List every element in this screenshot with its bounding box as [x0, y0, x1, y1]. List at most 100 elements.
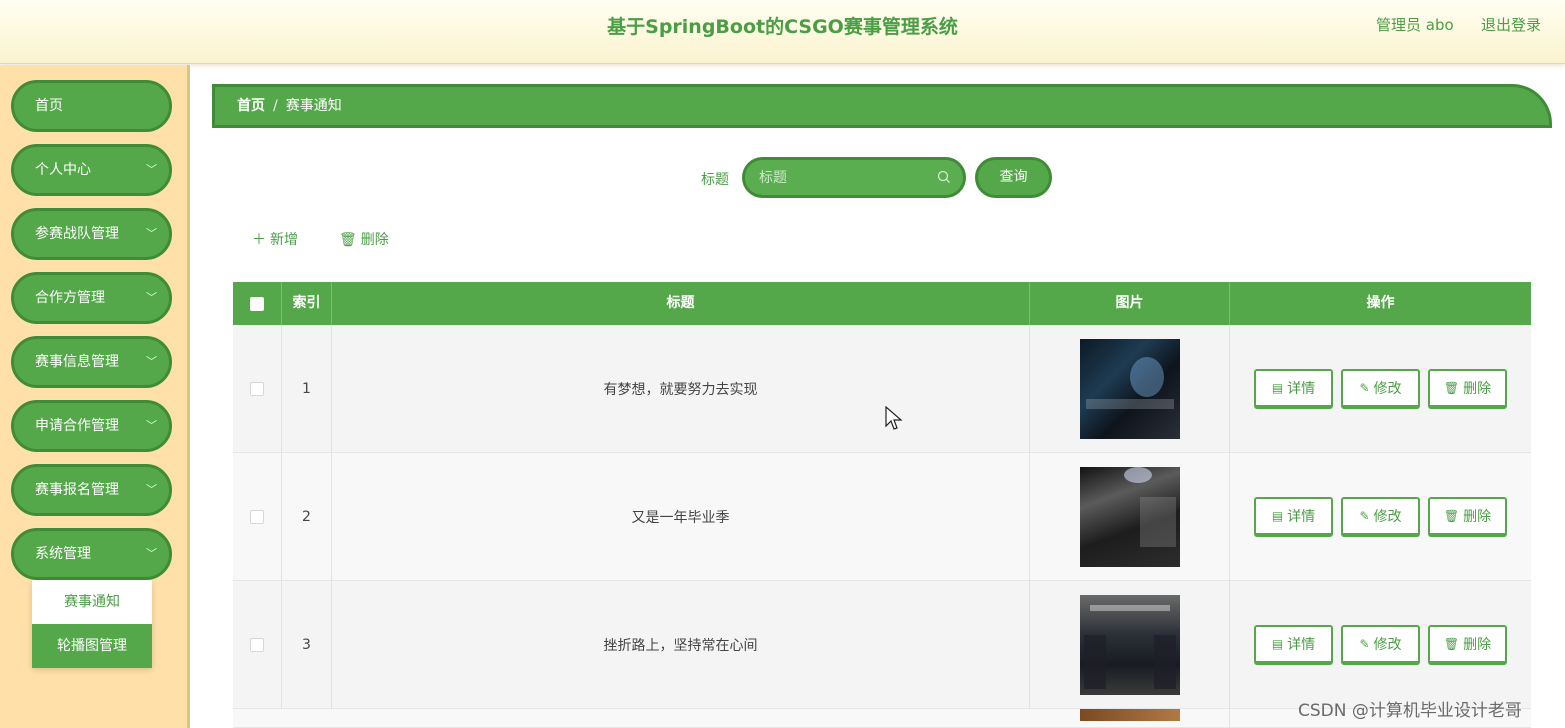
- sidebar-item-label: 个人中心: [35, 162, 91, 178]
- column-header-actions: 操作: [1366, 295, 1395, 311]
- system-submenu: 赛事通知 轮播图管理: [32, 580, 152, 668]
- chevron-up-icon: ﹀: [146, 547, 157, 560]
- sidebar-item-label: 系统管理: [35, 546, 91, 562]
- sidebar-item-label: 首页: [35, 98, 63, 114]
- edit-button[interactable]: ✎ 修改: [1341, 497, 1420, 537]
- row-checkbox[interactable]: [250, 638, 264, 652]
- notice-image: [1079, 339, 1180, 439]
- pencil-icon: ✎: [1359, 381, 1370, 395]
- sidebar-item-event-info[interactable]: 赛事信息管理 ﹀: [11, 336, 172, 388]
- watermark: CSDN @计算机毕业设计老哥: [1298, 701, 1522, 721]
- detail-button[interactable]: ▤ 详情: [1254, 625, 1333, 665]
- row-image-cell: [1030, 709, 1230, 728]
- pencil-icon: ✎: [1359, 637, 1370, 651]
- edit-button[interactable]: ✎ 修改: [1341, 625, 1420, 665]
- logout-link[interactable]: 退出登录: [1481, 14, 1541, 35]
- sidebar-item-partners[interactable]: 合作方管理 ﹀: [11, 272, 172, 324]
- submenu-item-carousel[interactable]: 轮播图管理: [32, 624, 152, 668]
- breadcrumb: 首页 / 赛事通知: [212, 84, 1552, 128]
- row-checkbox[interactable]: [250, 382, 264, 396]
- delete-button[interactable]: 🗑 删除: [1428, 497, 1507, 537]
- row-select-cell: [233, 581, 282, 709]
- sidebar-item-label: 赛事信息管理: [35, 354, 119, 370]
- row-actions: ▤ 详情 ✎ 修改 🗑 删除: [1230, 325, 1531, 453]
- document-icon: ▤: [1271, 381, 1284, 395]
- sidebar-item-label: 申请合作管理: [35, 418, 119, 434]
- edit-label: 修改: [1373, 509, 1402, 525]
- chevron-down-icon: ﹀: [146, 163, 157, 176]
- sidebar-item-teams[interactable]: 参赛战队管理 ﹀: [11, 208, 172, 260]
- sidebar-item-personal-center[interactable]: 个人中心 ﹀: [11, 144, 172, 196]
- row-image-cell: [1030, 325, 1230, 453]
- document-icon: ▤: [1271, 509, 1284, 523]
- edit-label: 修改: [1373, 381, 1402, 397]
- search-box: [742, 157, 966, 198]
- row-index: 3: [282, 581, 332, 709]
- chevron-down-icon: ﹀: [146, 483, 157, 496]
- document-icon: ▤: [1271, 637, 1284, 651]
- chevron-down-icon: ﹀: [146, 419, 157, 432]
- row-select-cell: [233, 325, 282, 453]
- sidebar-item-system[interactable]: 系统管理 ﹀: [11, 528, 172, 580]
- table-row: 2 又是一年毕业季 ▤ 详情 ✎ 修改 🗑 删除: [233, 453, 1531, 581]
- row-index: 2: [282, 453, 332, 581]
- notice-image: [1079, 467, 1180, 567]
- add-button[interactable]: ＋新增: [252, 229, 298, 249]
- detail-label: 详情: [1287, 381, 1316, 397]
- row-title: 有梦想，就要努力去实现: [332, 325, 1030, 453]
- pencil-icon: ✎: [1359, 509, 1370, 523]
- detail-label: 详情: [1287, 637, 1316, 653]
- trash-icon: 🗑: [1443, 381, 1460, 395]
- column-header-image: 图片: [1030, 282, 1230, 325]
- row-actions: ▤ 详情 ✎ 修改 🗑 删除: [1230, 453, 1531, 581]
- mouse-cursor-icon: [885, 406, 903, 430]
- detail-button[interactable]: ▤ 详情: [1254, 497, 1333, 537]
- add-label: 新增: [270, 232, 298, 248]
- chevron-down-icon: ﹀: [146, 355, 157, 368]
- chevron-down-icon: ﹀: [146, 227, 157, 240]
- delete-label: 删除: [1463, 637, 1492, 653]
- table-header: 索引 标题 图片 操作: [233, 282, 1531, 325]
- breadcrumb-separator: /: [273, 98, 278, 114]
- notice-image: [1079, 709, 1180, 721]
- row-title: 挫折路上，坚持常在心间: [332, 581, 1030, 709]
- row-checkbox[interactable]: [250, 510, 264, 524]
- row-image-cell: [1030, 581, 1230, 709]
- sidebar-item-label: 参赛战队管理: [35, 226, 119, 242]
- detail-label: 详情: [1287, 509, 1316, 525]
- search-label: 标题: [701, 172, 729, 188]
- top-header: 基于SpringBoot的CSGO赛事管理系统 管理员 abo 退出登录: [0, 0, 1565, 64]
- search-input[interactable]: [759, 168, 929, 188]
- row-index: 1: [282, 325, 332, 453]
- select-all-cell: [233, 282, 282, 325]
- sidebar-item-cooperation-requests[interactable]: 申请合作管理 ﹀: [11, 400, 172, 452]
- delete-label: 删除: [1463, 381, 1492, 397]
- delete-button[interactable]: 🗑 删除: [1428, 369, 1507, 409]
- select-all-checkbox[interactable]: [250, 296, 264, 311]
- sidebar-item-home[interactable]: 首页: [11, 80, 172, 132]
- edit-label: 修改: [1373, 637, 1402, 653]
- row-title: 又是一年毕业季: [332, 453, 1030, 581]
- app-title: 基于SpringBoot的CSGO赛事管理系统: [607, 16, 958, 38]
- sidebar-item-registrations[interactable]: 赛事报名管理 ﹀: [11, 464, 172, 516]
- column-header-title: 标题: [332, 282, 1030, 325]
- batch-delete-button[interactable]: 🗑 删除: [339, 229, 389, 249]
- breadcrumb-current: 赛事通知: [285, 98, 342, 114]
- delete-button[interactable]: 🗑 删除: [1428, 625, 1507, 665]
- delete-label: 删除: [360, 232, 389, 248]
- sidebar-item-label: 合作方管理: [35, 290, 105, 306]
- submenu-item-event-notice[interactable]: 赛事通知: [32, 580, 152, 624]
- row-select-cell: [233, 453, 282, 581]
- query-button[interactable]: 查询: [975, 157, 1052, 198]
- sidebar-item-label: 赛事报名管理: [35, 482, 119, 498]
- row-actions: ▤ 详情 ✎ 修改 🗑 删除: [1230, 581, 1531, 709]
- current-user: 管理员 abo: [1376, 16, 1454, 34]
- breadcrumb-home[interactable]: 首页: [237, 98, 265, 114]
- column-header-index: 索引: [282, 282, 332, 325]
- edit-button[interactable]: ✎ 修改: [1341, 369, 1420, 409]
- trash-icon: 🗑: [1443, 509, 1460, 523]
- row-image-cell: [1030, 453, 1230, 581]
- table-row: 3 挫折路上，坚持常在心间 ▤ 详情 ✎ 修改 🗑 删除: [233, 581, 1531, 709]
- notice-image: [1079, 595, 1180, 695]
- detail-button[interactable]: ▤ 详情: [1254, 369, 1333, 409]
